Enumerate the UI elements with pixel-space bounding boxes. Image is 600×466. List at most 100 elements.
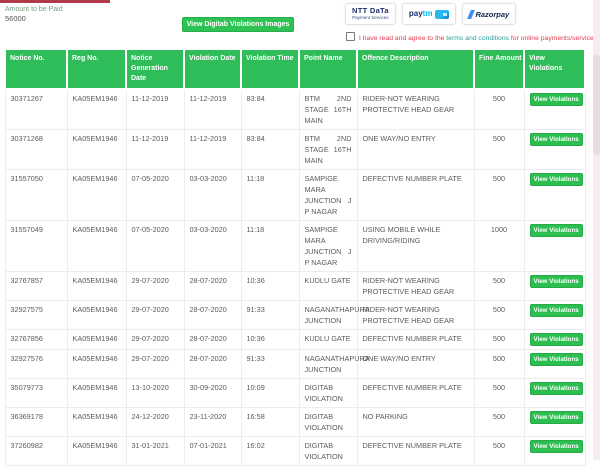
col-header-violation-date: Violation Date xyxy=(184,49,241,89)
cell-view-violations: View Violations xyxy=(524,272,585,301)
cell-notice-no: 30371267 xyxy=(5,89,67,130)
cell-reg-no: KA05EM1946 xyxy=(67,221,126,272)
cell-view-violations: View Violations xyxy=(524,170,585,221)
cell-fine-amount: 500 xyxy=(474,350,524,379)
cell-violation-time: 83:84 xyxy=(241,130,299,170)
vertical-scrollbar-thumb[interactable] xyxy=(593,55,600,155)
cell-fine-amount: 500 xyxy=(474,379,524,408)
cell-offence-description: USING MOBILE WHILE DRIVING/RIDING xyxy=(357,221,474,272)
view-violations-button[interactable]: View Violations xyxy=(530,275,583,288)
top-red-bar xyxy=(0,0,110,3)
cell-point-name: BTM 2ND STAGE 16TH MAIN xyxy=(299,130,357,170)
cell-reg-no: KA05EM1946 xyxy=(67,170,126,221)
cell-offence-description: NO PARKING xyxy=(357,408,474,437)
cell-notice-generation-date: 29-07-2020 xyxy=(126,330,184,350)
cell-point-name: KUDLU GATE xyxy=(299,330,357,350)
cell-notice-no: 32767856 xyxy=(5,330,67,350)
cell-fine-amount: 500 xyxy=(474,130,524,170)
cell-view-violations: View Violations xyxy=(524,301,585,330)
cell-violation-time: 91:33 xyxy=(241,301,299,330)
view-violations-button[interactable]: View Violations xyxy=(530,411,583,424)
cell-point-name: BTM 2ND STAGE 16TH MAIN xyxy=(299,89,357,130)
cell-violation-time: 16:02 xyxy=(241,437,299,466)
cell-notice-no: 32767857 xyxy=(5,272,67,301)
view-violations-button[interactable]: View Violations xyxy=(530,353,583,366)
cell-violation-date: 07-01-2021 xyxy=(184,437,241,466)
cell-reg-no: KA05EM1946 xyxy=(67,379,126,408)
cell-violation-time: 10:36 xyxy=(241,272,299,301)
cell-reg-no: KA05EM1946 xyxy=(67,408,126,437)
col-header-view-violations: View Violations xyxy=(524,49,585,89)
view-digitab-violations-images-button[interactable]: View Digitab Violations Images xyxy=(182,17,294,32)
cell-violation-date: 11-12-2019 xyxy=(184,130,241,170)
violations-table-body: 30371267 KA05EM1946 11-12-2019 11-12-201… xyxy=(5,89,585,466)
view-violations-button[interactable]: View Violations xyxy=(530,224,583,237)
col-header-point-name: Point Name xyxy=(299,49,357,89)
cell-notice-no: 36369178 xyxy=(5,408,67,437)
cell-notice-generation-date: 29-07-2020 xyxy=(126,272,184,301)
cell-point-name: NAGANATHAPURA JUNCTION xyxy=(299,350,357,379)
table-row: 32927575 KA05EM1946 29-07-2020 28-07-202… xyxy=(5,301,585,330)
cell-view-violations: View Violations xyxy=(524,221,585,272)
razorpay-slash-icon xyxy=(468,10,476,19)
cell-notice-no: 31557049 xyxy=(5,221,67,272)
terms-and-conditions-link[interactable]: terms and conditions xyxy=(446,35,509,42)
table-row: 37260982 KA05EM1946 31-01-2021 07-01-202… xyxy=(5,437,585,466)
cell-offence-description: ONE WAY/NO ENTRY xyxy=(357,350,474,379)
table-row: 32927576 KA05EM1946 29-07-2020 28-07-202… xyxy=(5,350,585,379)
cell-view-violations: View Violations xyxy=(524,330,585,350)
cell-violation-time: 91:33 xyxy=(241,350,299,379)
view-violations-button[interactable]: View Violations xyxy=(530,333,583,346)
cell-reg-no: KA05EM1946 xyxy=(67,437,126,466)
terms-text-pre: I have read and agree to the xyxy=(359,35,446,42)
col-header-violation-time: Violation Time xyxy=(241,49,299,89)
cell-violation-time: 16:58 xyxy=(241,408,299,437)
cell-reg-no: KA05EM1946 xyxy=(67,330,126,350)
cell-fine-amount: 1000 xyxy=(474,221,524,272)
col-header-reg-no: Reg No. xyxy=(67,49,126,89)
cell-point-name: DIGITAB VIOLATION xyxy=(299,379,357,408)
table-row: 32767857 KA05EM1946 29-07-2020 28-07-202… xyxy=(5,272,585,301)
view-violations-button[interactable]: View Violations xyxy=(530,133,583,146)
table-row: 31557049 KA05EM1946 07-05-2020 03-03-202… xyxy=(5,221,585,272)
paytm-logo-text-pay: pay xyxy=(409,9,423,19)
cell-violation-time: 10:09 xyxy=(241,379,299,408)
cell-violation-date: 28-07-2020 xyxy=(184,272,241,301)
amount-block: Amount to be Paid 56000 xyxy=(5,5,63,24)
cell-view-violations: View Violations xyxy=(524,379,585,408)
view-violations-button[interactable]: View Violations xyxy=(530,304,583,317)
col-header-fine-amount: Fine Amount xyxy=(474,49,524,89)
cell-notice-generation-date: 29-07-2020 xyxy=(126,350,184,379)
nttdata-logo: NTT DaTa Payment Services xyxy=(345,3,396,25)
cell-notice-no: 30371268 xyxy=(5,130,67,170)
terms-checkbox[interactable] xyxy=(346,32,355,41)
cell-notice-generation-date: 31-01-2021 xyxy=(126,437,184,466)
cell-reg-no: KA05EM1946 xyxy=(67,130,126,170)
cell-fine-amount: 500 xyxy=(474,301,524,330)
cell-fine-amount: 500 xyxy=(474,408,524,437)
paytm-logo-text-tm: tm xyxy=(423,9,433,19)
cell-view-violations: View Violations xyxy=(524,437,585,466)
cell-fine-amount: 500 xyxy=(474,272,524,301)
cell-reg-no: KA05EM1946 xyxy=(67,301,126,330)
amount-to-be-paid-value: 56000 xyxy=(5,14,63,24)
table-row: 30371267 KA05EM1946 11-12-2019 11-12-201… xyxy=(5,89,585,130)
view-violations-button[interactable]: View Violations xyxy=(530,382,583,395)
paytm-wallet-icon xyxy=(435,10,449,19)
cell-notice-no: 32927575 xyxy=(5,301,67,330)
cell-notice-generation-date: 29-07-2020 xyxy=(126,301,184,330)
view-violations-button[interactable]: View Violations xyxy=(530,93,583,106)
vertical-scrollbar[interactable] xyxy=(593,0,600,460)
cell-reg-no: KA05EM1946 xyxy=(67,89,126,130)
view-violations-button[interactable]: View Violations xyxy=(530,440,583,453)
nttdata-logo-subtext: Payment Services xyxy=(352,15,388,21)
terms-row: I have read and agree to the terms and c… xyxy=(346,32,597,44)
cell-offence-description: ONE WAY/NO ENTRY xyxy=(357,130,474,170)
cell-offence-description: DEFECTIVE NUMBER PLATE xyxy=(357,170,474,221)
col-header-notice-no: Notice No. xyxy=(5,49,67,89)
view-violations-button[interactable]: View Violations xyxy=(530,173,583,186)
cell-offence-description: RIDER-NOT WEARING PROTECTIVE HEAD GEAR xyxy=(357,301,474,330)
table-row: 36369178 KA05EM1946 24-12-2020 23-11-202… xyxy=(5,408,585,437)
col-header-offence-description: Offence Description xyxy=(357,49,474,89)
cell-notice-no: 37260982 xyxy=(5,437,67,466)
